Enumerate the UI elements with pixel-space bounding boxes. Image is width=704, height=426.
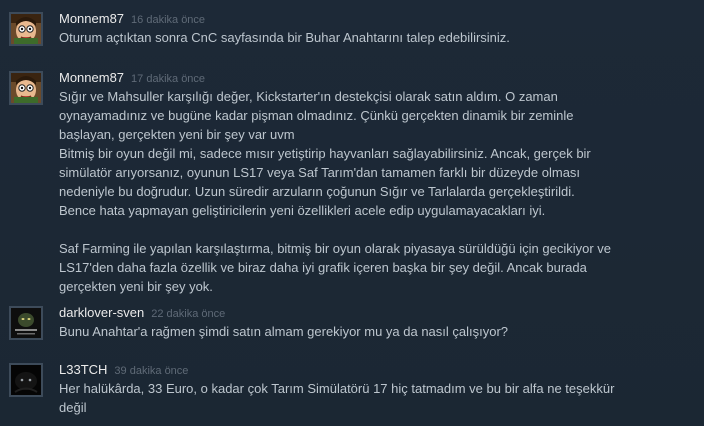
cartoon-face-avatar-icon	[11, 73, 41, 103]
comment-header: Monnem87 16 dakika önce	[59, 11, 205, 28]
comment-line: başlayan, gerçekten yeni bir şey var uvm	[59, 127, 295, 142]
comment-text: Sığır ve Mahsuller karşılığı değer, Kick…	[59, 87, 689, 296]
author-name[interactable]: darklover-sven	[59, 305, 144, 320]
comment-line: Her halükârda, 33 Euro, o kadar çok Tarı…	[59, 381, 615, 396]
author-name[interactable]: Monnem87	[59, 11, 124, 26]
comment-line: Bence hata yapmayan geliştiricilerin yen…	[59, 203, 546, 218]
comment-header: darklover-sven 22 dakika önce	[59, 305, 225, 322]
cartoon-face-avatar-icon	[11, 14, 41, 44]
timestamp: 16 dakika önce	[131, 14, 206, 26]
comment-line: Oturum açtıktan sonra CnC sayfasında bir…	[59, 30, 510, 45]
black-creature-avatar-icon	[11, 365, 41, 395]
comment-header: Monnem87 17 dakika önce	[59, 70, 205, 87]
avatar[interactable]	[9, 71, 43, 105]
comment-line: gerçekten yeni bir şey yok.	[59, 279, 213, 294]
avatar[interactable]	[9, 306, 43, 340]
comment-line: LS17'den daha fazla özellik ve biraz dah…	[59, 260, 587, 275]
author-name[interactable]: L33TCH	[59, 362, 107, 377]
avatar[interactable]	[9, 363, 43, 397]
timestamp: 39 dakika önce	[114, 365, 189, 377]
timestamp: 22 dakika önce	[151, 308, 226, 320]
comment-text: Oturum açtıktan sonra CnC sayfasında bir…	[59, 28, 689, 47]
comment-header: L33TCH 39 dakika önce	[59, 362, 188, 379]
timestamp: 17 dakika önce	[131, 73, 206, 85]
author-name[interactable]: Monnem87	[59, 70, 124, 85]
comment-text: Her halükârda, 33 Euro, o kadar çok Tarı…	[59, 379, 689, 417]
comment-line: simülatör arıyorsanız, oyunun LS17 veya …	[59, 165, 581, 180]
comment-line: oynayamadınız ve bugüne kadar pişman olm…	[59, 108, 574, 123]
comment-line: Bunu Anahtar'a rağmen şimdi satın almam …	[59, 324, 509, 339]
comment-text: Bunu Anahtar'a rağmen şimdi satın almam …	[59, 322, 689, 341]
comment-line: Bitmiş bir oyun değil mi, sadece mısır y…	[59, 146, 591, 161]
comment-line: Sığır ve Mahsuller karşılığı değer, Kick…	[59, 89, 558, 104]
avatar[interactable]	[9, 12, 43, 46]
comment-line: Saf Farming ile yapılan karşılaştırma, b…	[59, 241, 612, 256]
comment-line: nedeniyle bu doğrudur. Uzun süredir arzu…	[59, 184, 575, 199]
comment-line: değil	[59, 400, 87, 415]
dark-poster-avatar-icon	[11, 308, 41, 338]
